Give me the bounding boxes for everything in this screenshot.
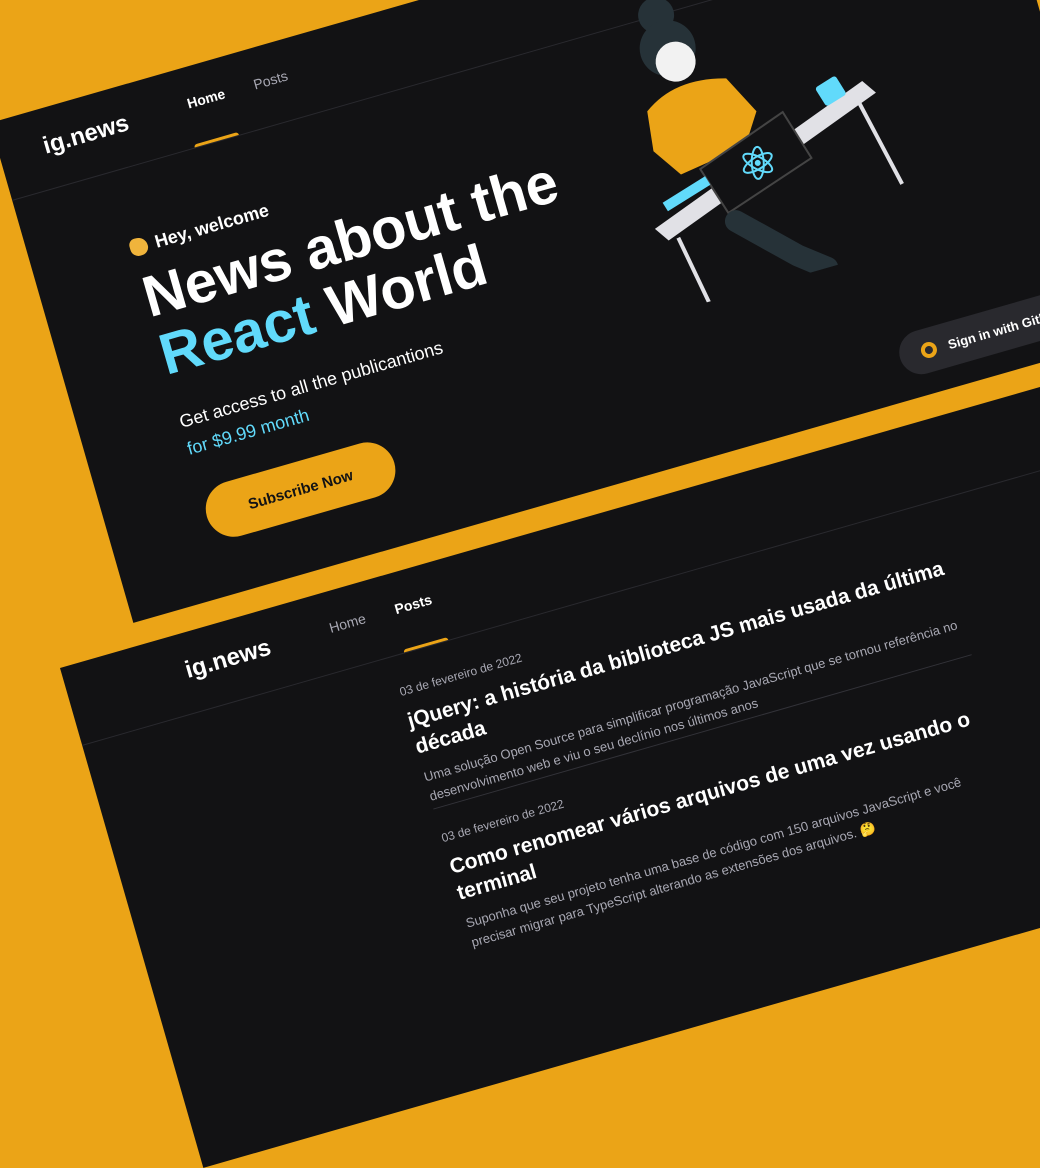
sign-in-github-button[interactable]: Sign in with Github — [894, 284, 1040, 380]
nav-posts-link[interactable]: Posts — [251, 67, 289, 92]
nav-home-link[interactable]: Home — [185, 85, 227, 111]
nav-home-link[interactable]: Home — [327, 610, 367, 636]
github-icon — [919, 340, 939, 360]
logo[interactable]: ig.news — [182, 634, 274, 685]
desk-leg-right — [854, 97, 904, 185]
subscribe-label: Subscribe Now — [246, 466, 355, 513]
clapping-hands-icon — [127, 235, 151, 258]
subscribe-now-button[interactable]: Subscribe Now — [199, 435, 403, 544]
legs — [724, 210, 839, 279]
sign-in-label: Sign in with Github — [946, 304, 1040, 352]
logo-text: ig.news — [181, 633, 275, 684]
avatar-illustration — [638, 0, 904, 317]
desk-leg-left — [676, 236, 720, 317]
hero-headline: News about the React World — [135, 149, 592, 387]
logo[interactable]: ig.news — [40, 109, 132, 160]
nav-active-indicator — [193, 131, 239, 148]
logo-text: ig.news — [39, 109, 132, 160]
nav-active-indicator — [403, 636, 449, 653]
nav-posts-link[interactable]: Posts — [393, 591, 434, 617]
